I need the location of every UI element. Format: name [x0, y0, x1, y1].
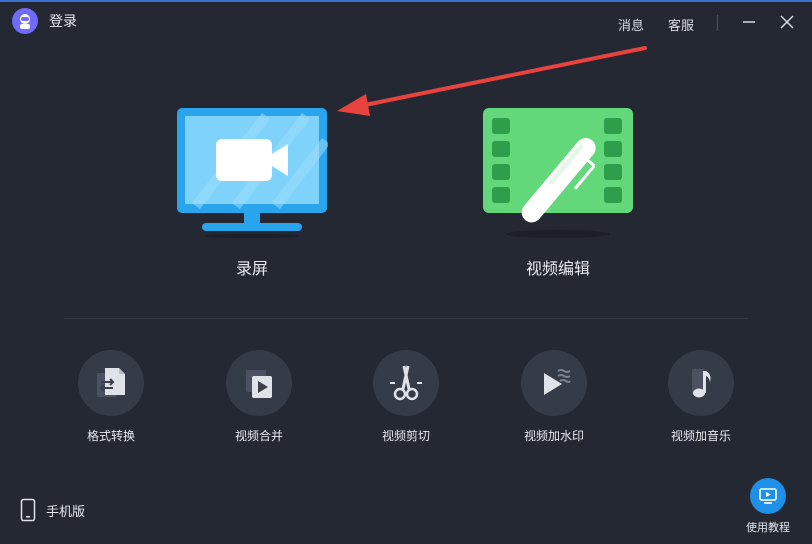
format-convert-icon	[97, 368, 125, 397]
tool-video-cut[interactable]: 视频剪切	[346, 350, 466, 444]
tutorial-play-icon	[759, 488, 777, 504]
minimize-icon[interactable]	[737, 10, 761, 34]
scissors-icon	[390, 365, 422, 401]
tool-video-music[interactable]: 视频加音乐	[641, 350, 761, 444]
film-pen-icon	[483, 108, 633, 238]
video-edit-label: 视频编辑	[525, 259, 590, 278]
messages-button[interactable]: 消息	[618, 15, 644, 34]
tool-video-music-label: 视频加音乐	[670, 429, 731, 443]
record-screen-label: 录屏	[235, 259, 268, 278]
tool-video-merge[interactable]: 视频合并	[199, 350, 319, 444]
video-merge-icon	[246, 370, 272, 398]
tutorial-button[interactable]: 使用教程	[740, 478, 796, 535]
phone-icon	[20, 498, 36, 522]
titlebar-separator	[717, 15, 718, 31]
watermark-icon	[544, 369, 571, 395]
tool-video-merge-label: 视频合并	[234, 429, 283, 443]
tool-video-cut-label: 视频剪切	[381, 429, 430, 443]
tool-format-convert[interactable]: 格式转换	[51, 350, 171, 444]
monitor-video-icon	[177, 108, 330, 238]
video-edit-button[interactable]	[482, 106, 634, 240]
mobile-version-label: 手机版	[46, 504, 86, 520]
music-note-icon	[692, 369, 711, 398]
annotation-arrow	[337, 46, 647, 116]
login-link[interactable]: 登录	[49, 11, 77, 31]
top-accent-line	[0, 0, 812, 2]
close-icon[interactable]	[775, 10, 799, 34]
service-button[interactable]: 客服	[668, 15, 694, 34]
tool-format-convert-label: 格式转换	[86, 429, 135, 443]
tool-video-watermark-label: 视频加水印	[523, 429, 584, 443]
section-divider	[64, 318, 748, 319]
mobile-version-link[interactable]: 手机版	[20, 498, 85, 522]
record-screen-button[interactable]	[176, 106, 330, 238]
avatar-icon[interactable]	[12, 8, 38, 34]
tutorial-label: 使用教程	[746, 521, 790, 534]
tool-video-watermark[interactable]: 视频加水印	[494, 350, 614, 444]
